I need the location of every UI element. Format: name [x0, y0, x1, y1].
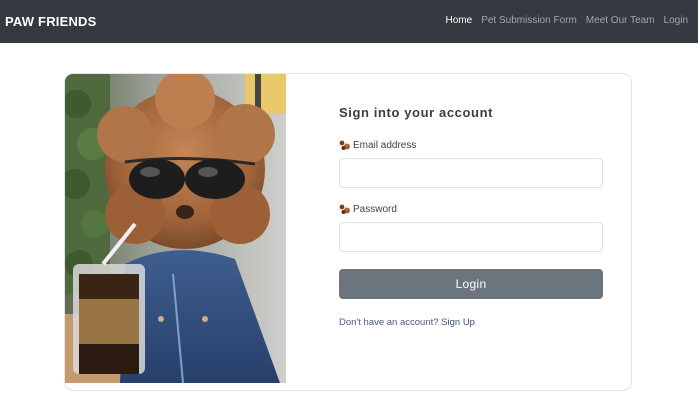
signup-prompt-text: Don't have an account? — [339, 317, 439, 328]
login-card: Sign into your account Email address Pas… — [64, 73, 632, 391]
nav-meet-our-team[interactable]: Meet Our Team — [586, 15, 655, 26]
email-label-text: Email address — [353, 140, 417, 151]
poodle-photo — [65, 74, 286, 383]
brand-logo[interactable]: PAW FRIENDS — [5, 14, 97, 29]
nav-home[interactable]: Home — [446, 15, 473, 26]
email-label: Email address — [339, 140, 416, 151]
signup-link[interactable]: Sign Up — [441, 317, 475, 328]
password-label-text: Password — [353, 204, 397, 215]
login-button[interactable]: Login — [339, 269, 603, 299]
nav-links: Home Pet Submission Form Meet Our Team L… — [446, 15, 688, 26]
navbar: PAW FRIENDS Home Pet Submission Form Mee… — [0, 0, 698, 43]
nav-login[interactable]: Login — [664, 15, 688, 26]
paw-icon — [339, 204, 350, 214]
email-field[interactable] — [339, 158, 603, 188]
form-title: Sign into your account — [339, 105, 494, 120]
nav-pet-submission-form[interactable]: Pet Submission Form — [481, 15, 577, 26]
paw-icon — [339, 140, 350, 150]
password-field[interactable] — [339, 222, 603, 252]
signup-prompt: Don't have an account? Sign Up — [339, 317, 475, 328]
password-label: Password — [339, 204, 397, 215]
